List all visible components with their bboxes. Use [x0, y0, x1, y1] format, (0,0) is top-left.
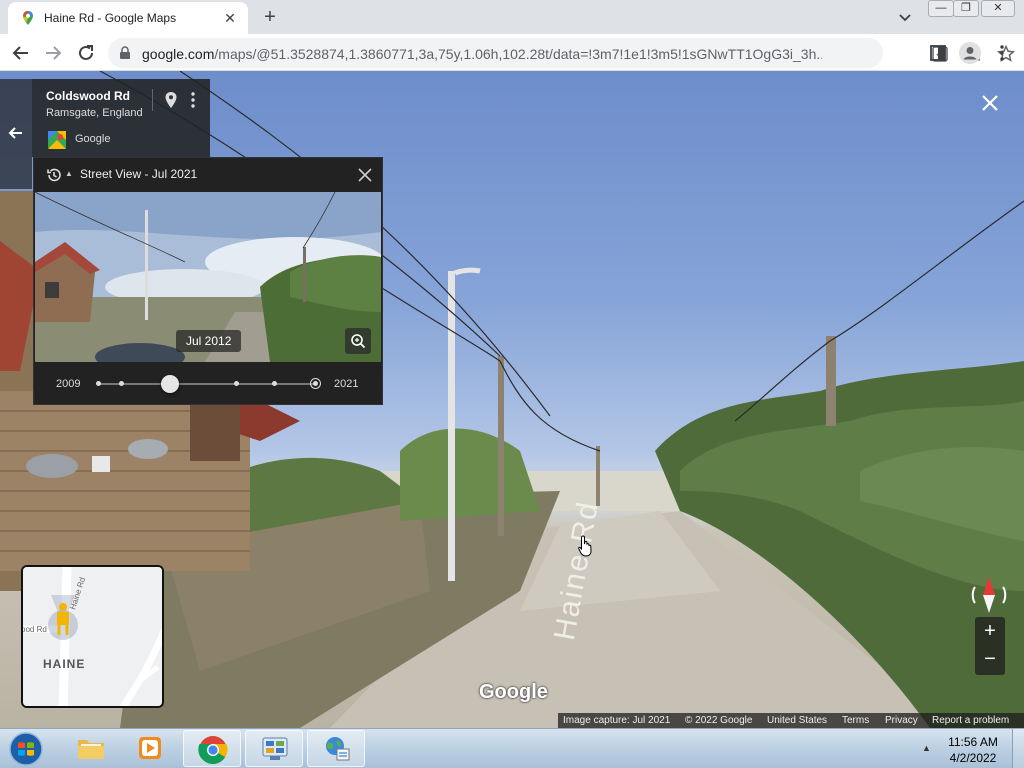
kebab-menu-icon[interactable] — [995, 43, 1009, 63]
slider-tick[interactable] — [96, 381, 101, 386]
magnifier-icon — [351, 334, 366, 349]
google-maps-logo-icon — [48, 131, 66, 149]
tab-close-icon[interactable]: ✕ — [220, 8, 240, 28]
close-street-view-icon[interactable] — [980, 93, 1000, 113]
reload-icon[interactable] — [73, 40, 99, 66]
window-maximize-button[interactable]: ❐ — [953, 0, 979, 17]
window-minimize-button[interactable]: — — [928, 0, 954, 17]
terms-link[interactable]: Terms — [842, 715, 869, 726]
google-watermark: Google — [479, 681, 548, 703]
minimap-area-label: HAINE — [43, 657, 86, 671]
tab-strip: Haine Rd - Google Maps ✕ + — ❐ ✕ — [0, 0, 1024, 34]
profile-avatar-icon[interactable] — [959, 42, 981, 64]
network-globe-icon — [326, 737, 350, 761]
time-machine-header[interactable]: ▲ Street View - Jul 2021 — [34, 158, 382, 192]
taskbar-network[interactable] — [307, 730, 365, 767]
browser-toolbar: google.com/maps/@51.3528874,1.3860771,3a… — [0, 34, 1024, 71]
tab-search-chevron-icon[interactable] — [894, 8, 916, 28]
media-player-icon — [139, 737, 161, 759]
browser-tab[interactable]: Haine Rd - Google Maps ✕ — [8, 2, 248, 34]
address-bar[interactable]: google.com/maps/@51.3528874,1.3860771,3a… — [108, 38, 1016, 68]
preview-date-badge: Jul 2012 — [176, 330, 242, 352]
url-text: google.com/maps/@51.3528874,1.3860771,3a… — [142, 46, 822, 62]
card-divider — [152, 89, 153, 111]
slider-tick[interactable] — [119, 381, 124, 386]
street-name: Coldswood Rd — [46, 89, 130, 103]
historical-preview[interactable]: Jul 2012 — [35, 192, 381, 362]
taskbar-control-panel[interactable] — [245, 730, 303, 767]
city-name: Ramsgate, England — [46, 107, 143, 119]
image-capture-date: Image capture: Jul 2021 — [563, 715, 671, 726]
hand-cursor-icon — [578, 535, 592, 557]
clock-time: 11:56 AM — [948, 735, 998, 749]
history-clock-icon[interactable] — [46, 167, 62, 183]
clock-date: 4/2/2022 — [949, 751, 997, 765]
slider-tick[interactable] — [234, 381, 239, 386]
taskbar: ▲ 11:56 AM 4/2/2022 — [0, 728, 1024, 768]
compass-icon[interactable] — [968, 575, 1010, 615]
control-panel-icon — [262, 737, 288, 760]
taskbar-media-player[interactable] — [122, 730, 180, 767]
window-close-button[interactable]: ✕ — [981, 0, 1015, 17]
chrome-icon — [198, 736, 228, 764]
side-panel-icon[interactable] — [928, 43, 948, 63]
windows-start-button[interactable] — [6, 731, 46, 767]
more-options-icon[interactable] — [188, 91, 198, 109]
zoom-out-button[interactable]: − — [975, 646, 1005, 675]
time-machine-panel: ▲ Street View - Jul 2021 Jul 2012 2009 2… — [33, 157, 383, 405]
country-link[interactable]: United States — [767, 715, 827, 726]
copyright-text: © 2022 Google — [685, 715, 753, 726]
map-pin-icon[interactable] — [164, 91, 178, 109]
preview-zoom-button[interactable] — [345, 328, 371, 354]
address-card: Coldswood Rd Ramsgate, England Google — [32, 79, 210, 157]
imagery-provider: Google — [75, 133, 111, 145]
taskbar-explorer[interactable] — [62, 730, 120, 767]
url-host: google.com — [142, 46, 215, 62]
zoom-controls: + − — [975, 617, 1005, 675]
year-start-label: 2009 — [56, 378, 81, 390]
collapse-caret-icon[interactable]: ▲ — [65, 169, 73, 178]
time-machine-label: Street View - Jul 2021 — [80, 167, 198, 181]
back-arrow-icon — [8, 127, 22, 139]
system-clock[interactable]: 11:56 AM 4/2/2022 — [940, 734, 1006, 766]
back-arrow-icon[interactable] — [8, 40, 34, 66]
attribution-bar: Image capture: Jul 2021 © 2022 Google Un… — [558, 713, 1024, 728]
slider-tick[interactable] — [272, 381, 277, 386]
lock-icon[interactable] — [118, 46, 132, 60]
new-tab-button[interactable]: + — [258, 5, 282, 29]
close-time-machine-icon[interactable] — [356, 166, 374, 184]
taskbar-chrome[interactable] — [183, 730, 241, 767]
privacy-link[interactable]: Privacy — [885, 715, 918, 726]
street-view-panorama[interactable]: Haine Rd Google Coldswood Rd Ramsgate, E… — [0, 71, 1024, 728]
zoom-in-button[interactable]: + — [975, 617, 1005, 646]
minimap[interactable]: Haine Rd ood Rd HAINE — [21, 565, 164, 708]
minimap-road-label: ood Rd — [21, 625, 47, 634]
forward-arrow-icon[interactable] — [40, 40, 66, 66]
folder-icon — [78, 740, 104, 759]
year-end-label: 2021 — [334, 378, 359, 390]
show-hidden-icons-arrow[interactable]: ▲ — [922, 743, 931, 753]
slider-current-marker[interactable] — [310, 378, 321, 389]
url-path: /maps/@51.3528874,1.3860771,3a,75y,1.06h… — [214, 46, 822, 62]
report-problem-link[interactable]: Report a problem — [932, 715, 1009, 726]
year-slider[interactable]: 2009 2021 — [34, 364, 382, 404]
show-desktop-button[interactable] — [1012, 729, 1024, 768]
google-maps-favicon-icon — [23, 11, 33, 25]
back-to-map-button[interactable] — [0, 79, 32, 189]
tab-title: Haine Rd - Google Maps — [44, 11, 177, 25]
minimap-roads — [23, 567, 162, 706]
slider-track[interactable] — [98, 383, 316, 385]
slider-thumb[interactable] — [160, 375, 179, 393]
